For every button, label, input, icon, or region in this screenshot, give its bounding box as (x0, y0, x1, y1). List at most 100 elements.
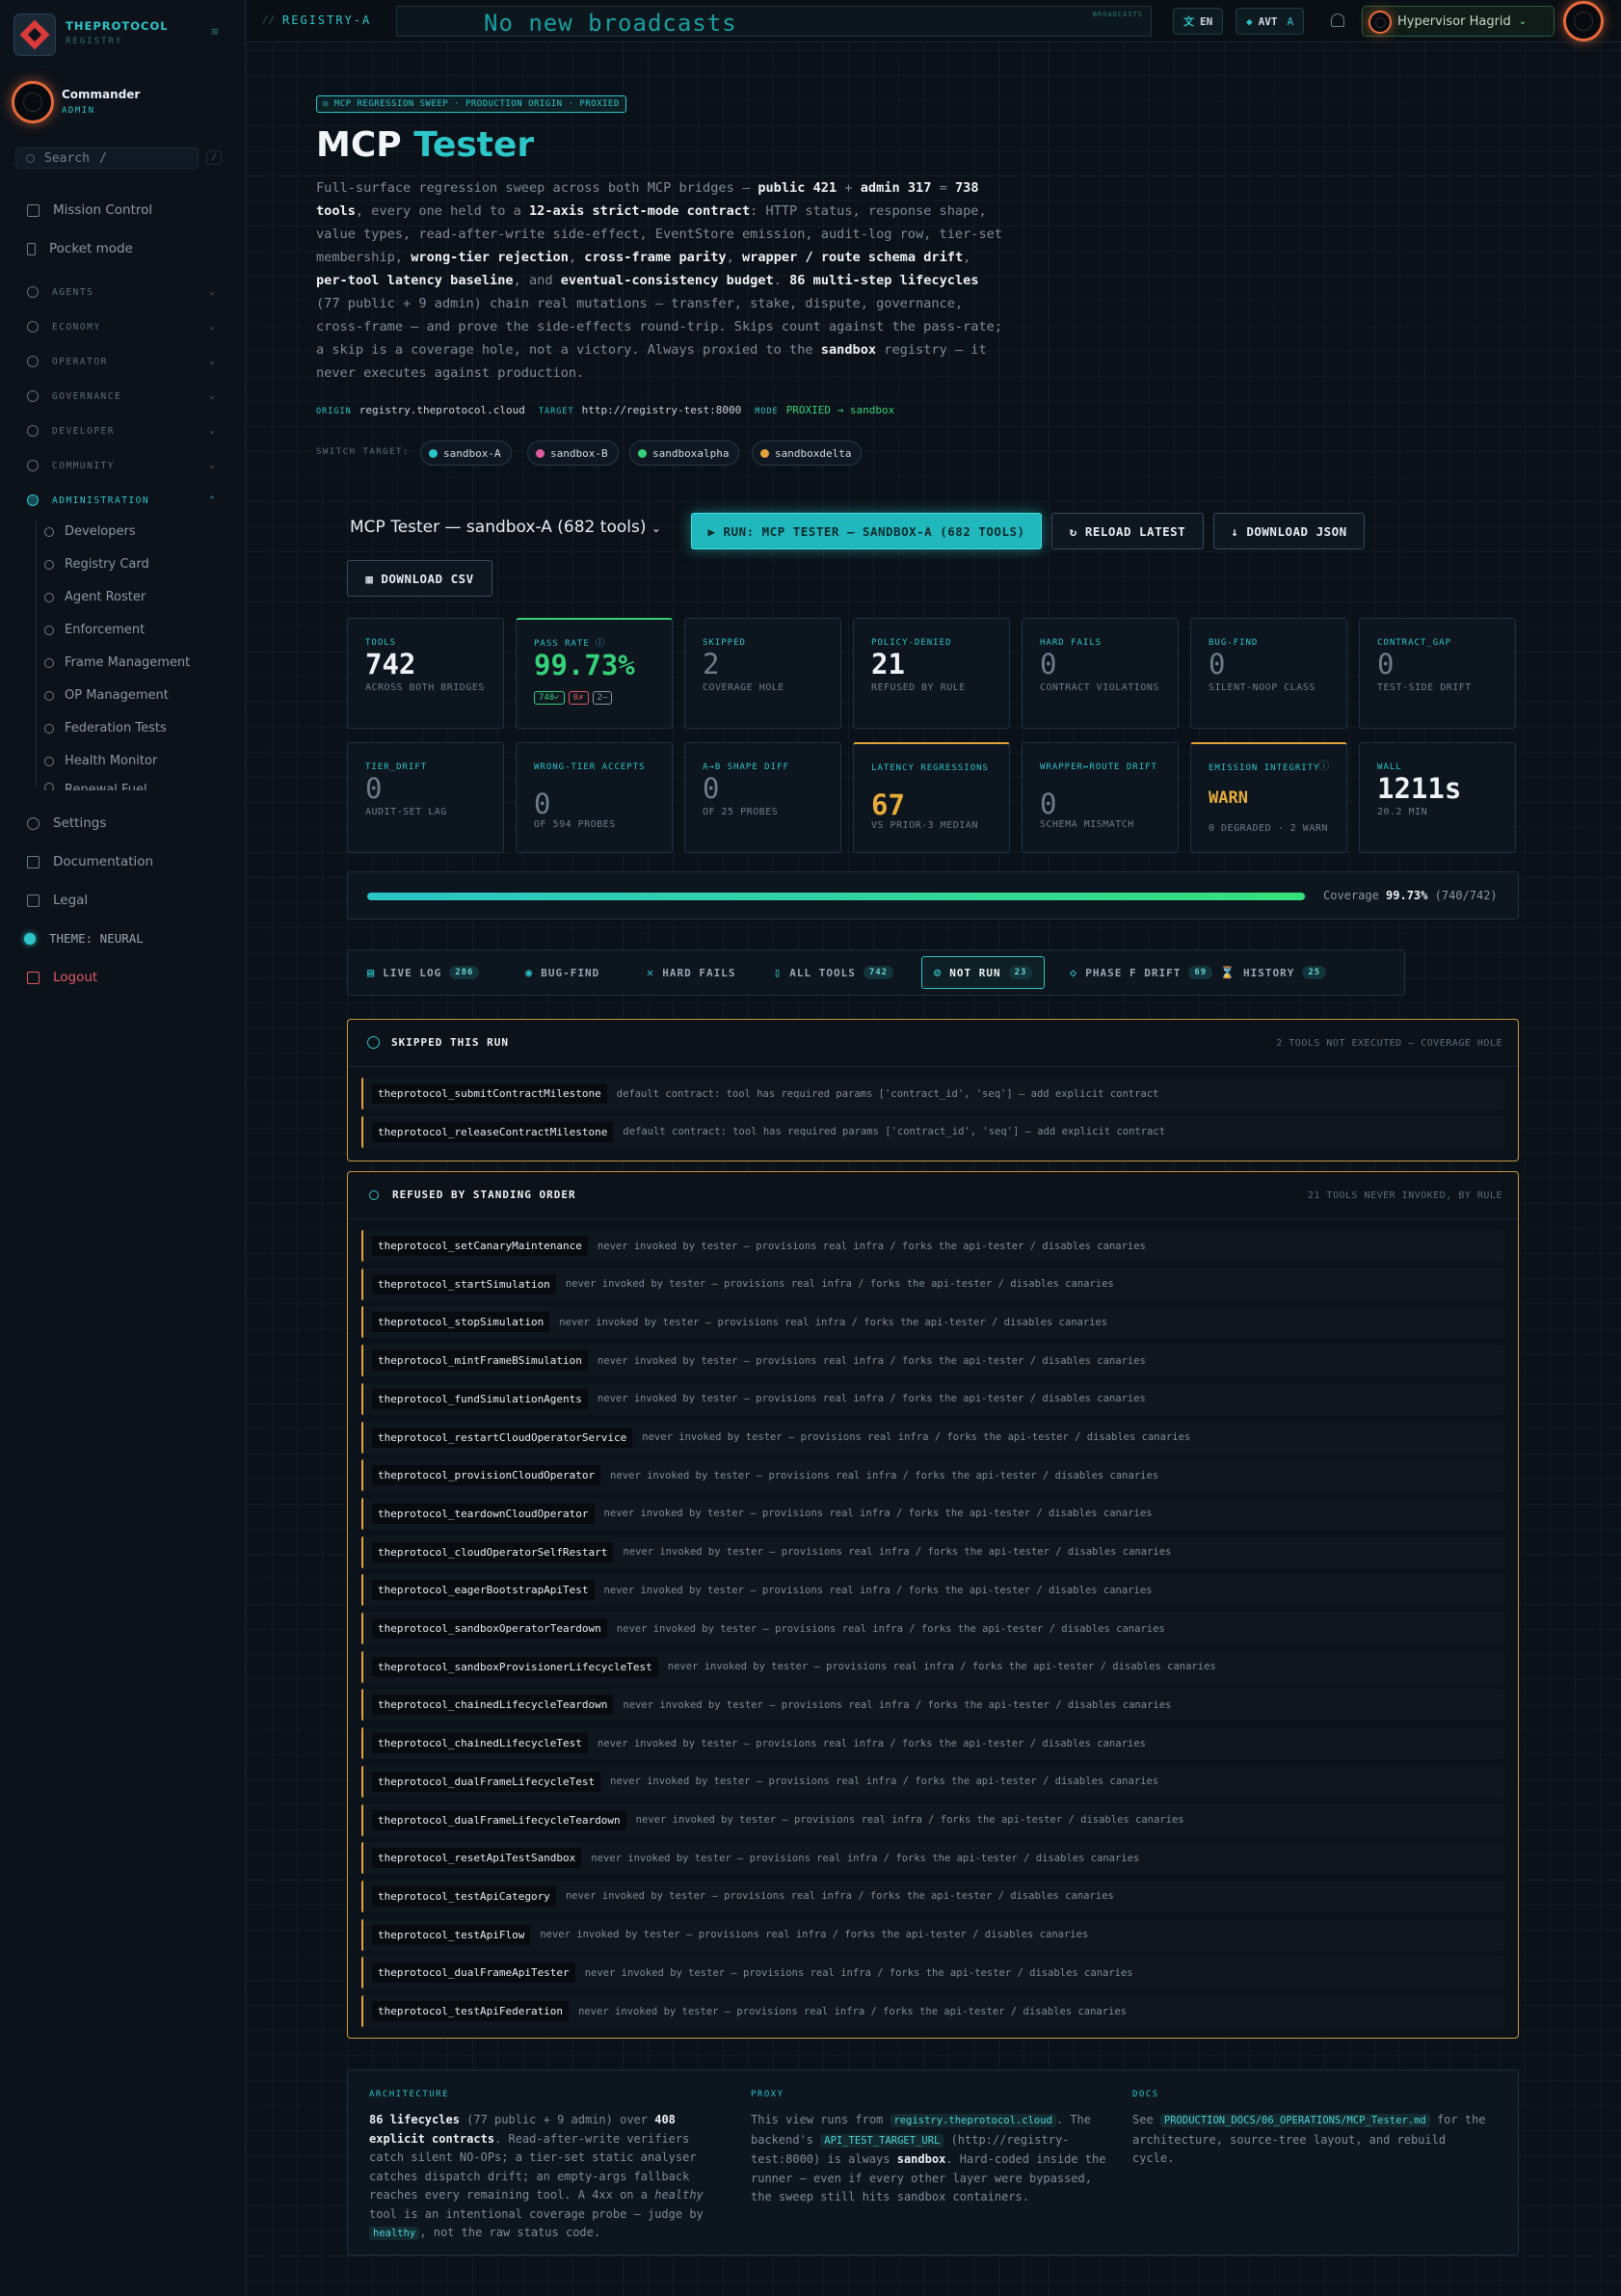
run-button[interactable]: ▶ RUN: MCP TESTER — SANDBOX-A (682 TOOLS… (691, 513, 1042, 549)
list-item[interactable]: theprotocol_mintFrameBSimulation never in… (361, 1345, 1504, 1377)
text-run: , (568, 250, 585, 265)
logout-button[interactable]: Logout (27, 970, 97, 985)
sidebar-item-op-management[interactable]: OP Management (44, 688, 169, 703)
sidebar-item-frame-management[interactable]: Frame Management (44, 655, 190, 670)
target-chip-sandboxalpha[interactable]: sandboxalpha (629, 441, 740, 466)
nav-legal[interactable]: Legal (27, 893, 88, 908)
user-menu[interactable]: Hypervisor Hagrid ⌄ (1362, 6, 1555, 37)
list-item[interactable]: theprotocol_submitContractMilestone defau… (361, 1078, 1504, 1109)
broadcast-ticker[interactable]: No new broadcasts BROADCASTS (396, 6, 1152, 37)
target-chip-sandbox-A[interactable]: sandbox-A (420, 441, 512, 466)
list-item[interactable]: theprotocol_testApiFlow never invoked by … (361, 1918, 1504, 1951)
target-chip-sandbox-B[interactable]: sandbox-B (527, 441, 619, 466)
coverage-fill (367, 893, 1306, 900)
info-icon[interactable]: ⓘ (1318, 758, 1329, 773)
tool-reason: never invoked by tester — provisions rea… (591, 1852, 1140, 1864)
stat-label: TIER_DRIFT (365, 762, 428, 772)
architecture-column: ARCHITECTURE 86 lifecycles (77 public + 9… (369, 2090, 731, 2244)
list-item[interactable]: theprotocol_testApiCategory never invoked… (361, 1880, 1504, 1912)
list-item[interactable]: theprotocol_releaseContractMilestone defa… (361, 1115, 1504, 1148)
list-item[interactable]: theprotocol_dualFrameApiTester never invo… (361, 1957, 1504, 1989)
logo[interactable] (13, 13, 56, 56)
download-json-button[interactable]: ↓ DOWNLOAD JSON (1213, 513, 1365, 549)
list-item[interactable]: theprotocol_sandboxOperatorTeardown never… (361, 1613, 1504, 1644)
tab-phase-f-drift[interactable]: ◇ PHASE F DRIFT 69 (1058, 956, 1224, 989)
download-csv-button[interactable]: ▦ DOWNLOAD CSV (347, 560, 492, 597)
skipped-title: SKIPPED THIS RUN (391, 1036, 509, 1049)
sidebar-item-federation-tests[interactable]: Federation Tests (44, 721, 167, 735)
tool-name: theprotocol_submitContractMilestone (372, 1083, 607, 1104)
sidebar-item-renewal-fuel[interactable]: Renewal Fuel (44, 783, 147, 790)
chevron-down-icon: ⌄ (209, 426, 216, 436)
section-developer[interactable]: DEVELOPER ⌄ (27, 425, 216, 437)
nav-documentation[interactable]: Documentation (27, 854, 153, 869)
list-item[interactable]: theprotocol_stopSimulation never invoked … (361, 1306, 1504, 1339)
refused-header: REFUSED BY STANDING ORDER (367, 1188, 576, 1201)
nav-mission-control[interactable]: Mission Control (27, 202, 152, 218)
list-item[interactable]: theprotocol_dualFrameLifecycleTest never … (361, 1765, 1504, 1798)
sidebar-item-agent-roster[interactable]: Agent Roster (44, 590, 146, 604)
tool-reason: never invoked by tester — provisions rea… (623, 1698, 1172, 1711)
tab-hard-fails[interactable]: ✕ HARD FAILS (635, 956, 747, 989)
target-chip-sandboxdelta[interactable]: sandboxdelta (752, 441, 863, 466)
tab-history[interactable]: ⌛ HISTORY 25 (1209, 956, 1338, 989)
switch-target-label: SWITCH TARGET: (316, 447, 410, 457)
diamond-icon: ◆ (1246, 14, 1253, 28)
nav-settings[interactable]: Settings (27, 815, 106, 831)
tab-icon: ⊘ (934, 966, 943, 979)
section-governance[interactable]: GOVERNANCE ⌄ (27, 390, 216, 402)
reload-button[interactable]: ↻ RELOAD LATEST (1051, 513, 1204, 549)
list-item[interactable]: theprotocol_restartCloudOperatorService n… (361, 1421, 1504, 1454)
tab-all-tools[interactable]: ▯ ALL TOOLS 742 (762, 956, 905, 989)
tab-bug-find[interactable]: ◉ BUG-FIND (514, 956, 611, 989)
tool-name: theprotocol_teardownCloudOperator (372, 1503, 595, 1524)
tab-label: PHASE F DRIFT (1085, 966, 1182, 979)
sidebar-item-enforcement[interactable]: Enforcement (44, 623, 145, 637)
list-item[interactable]: theprotocol_sandboxProvisionerLifecycleT… (361, 1650, 1504, 1683)
tab-label: LIVE LOG (383, 966, 442, 979)
theme-toggle[interactable]: THEME: NEURAL (24, 931, 144, 946)
list-item[interactable]: theprotocol_provisionCloudOperator never … (361, 1459, 1504, 1492)
coverage-pct: 99.73% (1386, 889, 1428, 902)
list-item[interactable]: theprotocol_cloudOperatorSelfRestart neve… (361, 1535, 1504, 1568)
section-community[interactable]: COMMUNITY ⌄ (27, 460, 216, 471)
nav-pocket-mode[interactable]: Pocket mode (27, 241, 133, 256)
list-item[interactable]: theprotocol_chainedLifecycleTeardown neve… (361, 1689, 1504, 1722)
registry-prefix: // (262, 13, 276, 26)
language-button[interactable]: 文 EN (1173, 8, 1224, 35)
text-run: , (963, 250, 971, 265)
section-operator[interactable]: OPERATOR ⌄ (27, 356, 216, 367)
tab-label: HARD FAILS (662, 966, 736, 979)
collapse-sidebar-icon[interactable]: ≡ (211, 25, 219, 40)
pass-badge: 0✗ (568, 691, 589, 705)
sidebar-item-registry-card[interactable]: Registry Card (44, 557, 149, 572)
list-item[interactable]: theprotocol_setCanaryMaintenance never in… (361, 1230, 1504, 1262)
list-item[interactable]: theprotocol_resetApiTestSandbox never inv… (361, 1842, 1504, 1875)
list-item[interactable]: theprotocol_startSimulation never invoked… (361, 1268, 1504, 1300)
tab-live-log[interactable]: ▤ LIVE LOG 286 (356, 956, 491, 989)
chevron-up-icon: ⌃ (209, 495, 216, 505)
avt-button[interactable]: ◆ AVT A (1236, 8, 1305, 35)
tester-select[interactable]: MCP Tester — sandbox-A (682 tools) ⌄ (350, 518, 661, 537)
list-item[interactable]: theprotocol_teardownCloudOperator never i… (361, 1497, 1504, 1530)
sidebar-item-health-monitor[interactable]: Health Monitor (44, 754, 157, 768)
list-item[interactable]: theprotocol_dualFrameLifecycleTeardown ne… (361, 1803, 1504, 1836)
section-economy[interactable]: ECONOMY ⌄ (27, 321, 216, 333)
tool-reason: never invoked by tester — provisions rea… (616, 1622, 1165, 1635)
section-agents[interactable]: AGENTS ⌄ (27, 286, 216, 298)
list-item[interactable]: theprotocol_chainedLifecycleTest never in… (361, 1727, 1504, 1760)
stat-sub: 20.2 MIN (1377, 807, 1428, 817)
tab-not-run[interactable]: ⊘ NOT RUN 23 (921, 956, 1046, 989)
registry-name[interactable]: REGISTRY-A (282, 13, 371, 27)
section-administration[interactable]: ADMINISTRATION ⌃ (27, 494, 216, 506)
list-item[interactable]: theprotocol_fundSimulationAgents never in… (361, 1382, 1504, 1415)
profile-avatar[interactable] (1563, 1, 1604, 41)
sidebar-item-developers[interactable]: Developers (44, 524, 136, 539)
proxy-label: PROXY (751, 2090, 784, 2099)
bell-icon[interactable] (1331, 13, 1344, 27)
avatar[interactable] (12, 81, 54, 123)
list-item[interactable]: theprotocol_testApiFederation never invok… (361, 1995, 1504, 2027)
list-item[interactable]: theprotocol_eagerBootstrapApiTest never i… (361, 1574, 1504, 1607)
stat-value: 0 (365, 772, 383, 805)
search-input[interactable]: Search / (15, 147, 199, 169)
